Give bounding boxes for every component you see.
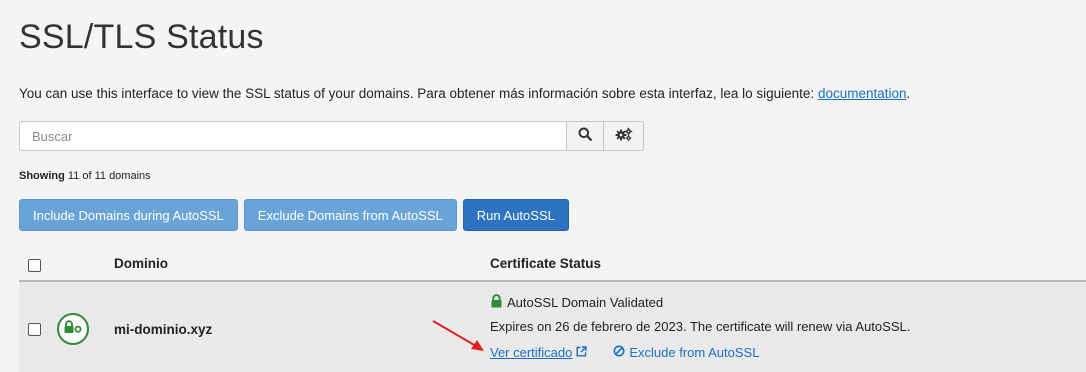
include-domains-button[interactable]: Include Domains during AutoSSL <box>19 199 238 231</box>
certificate-status-text: AutoSSL Domain Validated <box>507 295 664 310</box>
ban-icon <box>613 345 625 360</box>
documentation-link[interactable]: documentation <box>818 86 907 101</box>
external-link-icon <box>576 345 588 360</box>
search-button[interactable] <box>566 121 604 151</box>
page-title: SSL/TLS Status <box>19 18 264 56</box>
search-input[interactable] <box>19 121 566 151</box>
exclude-from-autossl-label: Exclude from AutoSSL <box>629 345 760 360</box>
search-icon <box>578 127 592 146</box>
gears-icon <box>615 127 633 146</box>
table-row: mi-dominio.xyz AutoSSL Domain Validated … <box>19 282 1086 372</box>
expiry-text: Expires on 26 de febrero de 2023. The ce… <box>490 319 911 334</box>
column-header-certificate-status: Certificate Status <box>490 256 602 271</box>
showing-label: Showing <box>19 170 65 182</box>
search-bar <box>19 121 644 151</box>
action-buttons: Include Domains during AutoSSL Exclude D… <box>19 199 569 231</box>
exclude-domains-button[interactable]: Exclude Domains from AutoSSL <box>243 199 457 231</box>
run-autossl-button[interactable]: Run AutoSSL <box>462 199 569 231</box>
lock-icon <box>63 319 83 339</box>
showing-text: 11 of 11 domains <box>64 170 151 182</box>
select-all-checkbox[interactable] <box>28 259 41 272</box>
column-header-domain[interactable]: Dominio <box>114 256 168 271</box>
search-settings-button[interactable] <box>604 121 644 151</box>
row-actions: Ver certificado Exclude from AutoSSL <box>490 345 759 360</box>
domain-name: mi-dominio.xyz <box>114 322 213 337</box>
view-certificate-label: Ver certificado <box>490 345 573 360</box>
padlock-icon <box>490 294 503 311</box>
intro-end: . <box>906 86 911 101</box>
exclude-from-autossl-link[interactable]: Exclude from AutoSSL <box>613 345 759 360</box>
results-count: Showing 11 of 11 domains <box>19 170 151 182</box>
intro-text: You can use this interface to view the S… <box>19 86 818 101</box>
row-checkbox[interactable] <box>28 323 41 336</box>
view-certificate-link[interactable]: Ver certificado <box>490 345 588 360</box>
intro-paragraph: You can use this interface to view the S… <box>19 86 910 101</box>
status-indicator <box>57 313 89 345</box>
certificate-status: AutoSSL Domain Validated <box>490 294 663 311</box>
table-header: Dominio Certificate Status <box>19 250 1086 282</box>
